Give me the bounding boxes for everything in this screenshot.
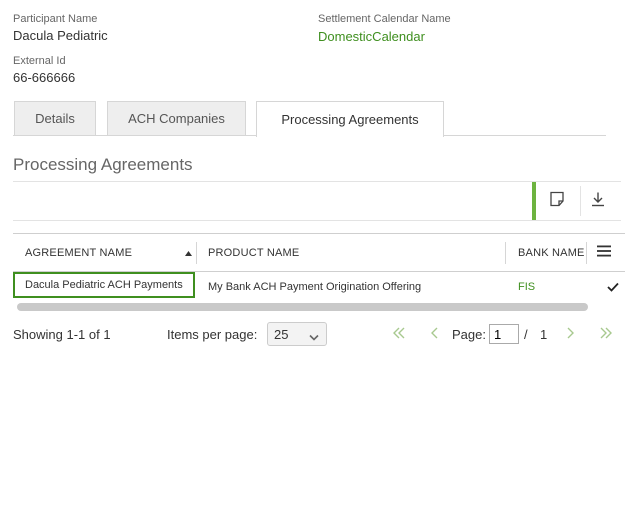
horizontal-scrollbar[interactable] (17, 303, 588, 311)
cell-agreement-name[interactable]: Dacula Pediatric ACH Payments (25, 272, 195, 298)
page-number-input[interactable] (489, 324, 519, 344)
cell-bank-name-link[interactable]: FIS (518, 272, 578, 302)
participant-name-value: Dacula Pediatric (13, 28, 108, 43)
double-chevron-right-icon (599, 327, 613, 342)
column-separator (196, 242, 197, 264)
note-icon (549, 191, 565, 212)
items-per-page-value: 25 (274, 326, 289, 342)
tab-processing-agreements[interactable]: Processing Agreements (256, 101, 444, 137)
items-per-page-label: Items per page: (167, 326, 258, 342)
last-page-button[interactable] (595, 324, 617, 344)
participant-name-label: Participant Name (13, 13, 98, 25)
checkmark-icon (607, 272, 621, 302)
download-button[interactable] (579, 182, 617, 220)
double-chevron-left-icon (392, 327, 406, 342)
total-pages: 1 (540, 326, 548, 342)
download-icon (590, 191, 606, 212)
cell-product-name: My Bank ACH Payment Origination Offering (208, 281, 422, 293)
tab-ach-companies[interactable]: ACH Companies (107, 101, 246, 135)
chevron-down-icon (309, 330, 319, 345)
grid-toolbar (13, 181, 621, 221)
pagination-bar: Showing 1-1 of 1 Items per page: 25 Page… (0, 320, 634, 348)
chevron-left-icon (430, 327, 438, 342)
first-page-button[interactable] (388, 324, 410, 344)
chevron-right-icon (567, 327, 575, 342)
column-separator (505, 242, 506, 264)
column-header-agreement-name[interactable]: AGREEMENT NAME (25, 234, 195, 271)
column-menu-button[interactable] (597, 234, 617, 271)
previous-page-button[interactable] (423, 324, 445, 344)
toolbar-accent (532, 182, 536, 220)
table-row[interactable]: Dacula Pediatric ACH Payments My Bank AC… (13, 272, 625, 302)
column-separator (586, 242, 587, 264)
tab-details[interactable]: Details (14, 101, 96, 135)
settlement-calendar-link[interactable]: DomesticCalendar (318, 29, 425, 44)
external-id-value: 66-666666 (13, 70, 76, 85)
section-title: Processing Agreements (13, 155, 193, 174)
column-header-product-name[interactable]: PRODUCT NAME (208, 234, 508, 271)
page-separator: / (524, 326, 528, 342)
next-page-button[interactable] (560, 324, 582, 344)
external-id-label: External Id (13, 55, 66, 67)
grid-header: AGREEMENT NAME PRODUCT NAME BANK NAME (13, 233, 625, 272)
settlement-calendar-label: Settlement Calendar Name (318, 13, 451, 25)
hamburger-menu-icon (597, 245, 611, 260)
items-per-page-select[interactable]: 25 (267, 322, 327, 346)
sort-ascending-icon (185, 247, 192, 259)
note-button[interactable] (538, 182, 576, 220)
page-label: Page: (452, 326, 486, 342)
showing-count: Showing 1-1 of 1 (13, 326, 111, 342)
column-header-bank-name[interactable]: BANK NAME (518, 234, 588, 271)
column-header-label: AGREEMENT NAME (25, 246, 133, 259)
